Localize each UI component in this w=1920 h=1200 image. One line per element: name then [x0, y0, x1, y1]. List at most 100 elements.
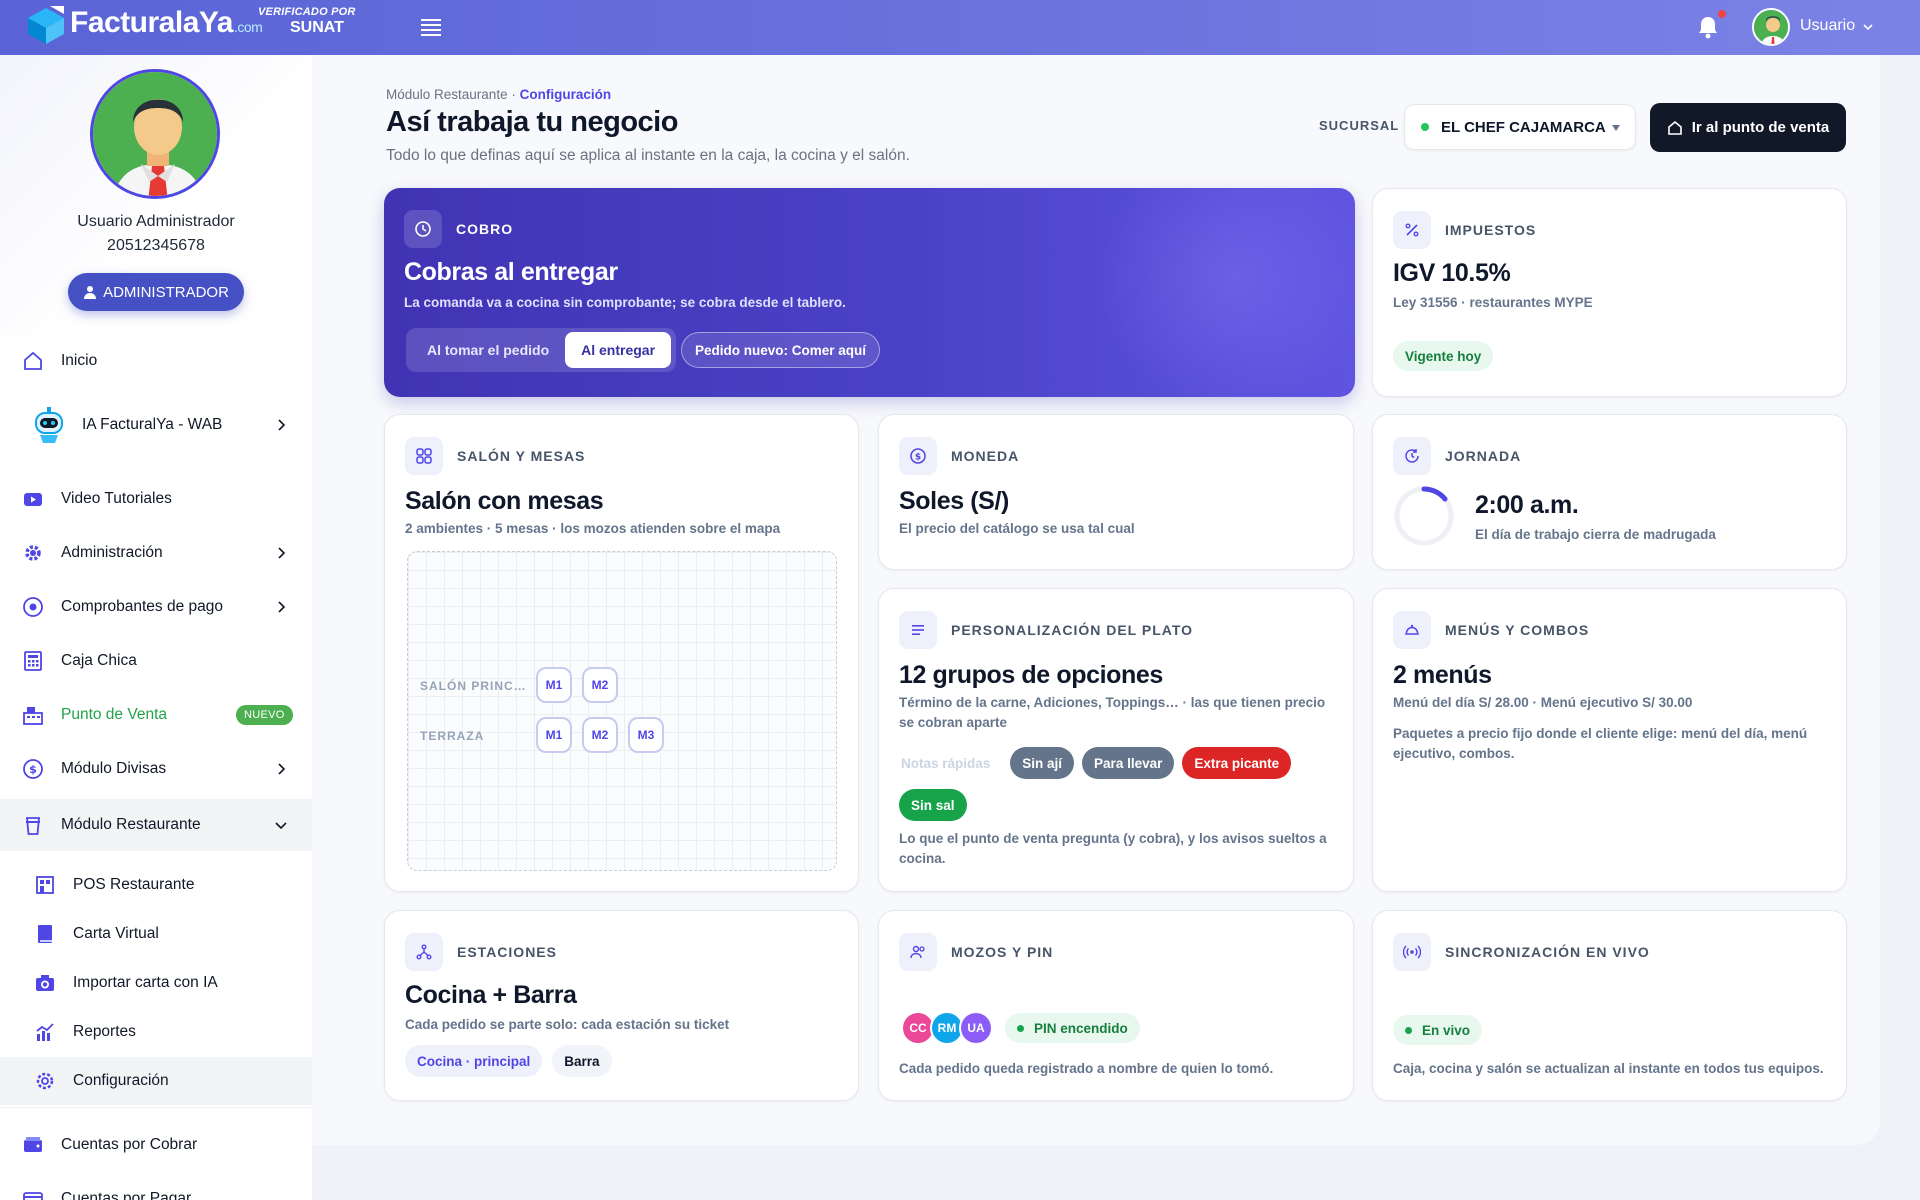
note-chip[interactable]: Sin ají	[1010, 747, 1075, 779]
sidebar-item-comprobantes[interactable]: Comprobantes de pago	[0, 583, 312, 631]
note-chip[interactable]: Sin sal	[899, 789, 967, 821]
card-desc: El precio del catálogo se usa tal cual	[899, 521, 1135, 536]
caret-down-icon	[1612, 125, 1620, 131]
chevron-right-icon	[278, 547, 286, 559]
zone-label: TERRAZA	[420, 729, 485, 743]
sidebar-item-modulo-divisas[interactable]: $ Módulo Divisas	[0, 745, 312, 793]
note-chip[interactable]: Extra picante	[1182, 747, 1292, 779]
day-progress-ring	[1394, 486, 1454, 546]
card-personalizacion[interactable]: PERSONALIZACIÓN DEL PLATO 12 grupos de o…	[878, 588, 1354, 892]
role-button[interactable]: ADMINISTRADOR	[68, 273, 244, 311]
sidebar-item-video-tutoriales[interactable]: Video Tutoriales	[0, 475, 312, 523]
sidebar-item-label: Módulo Divisas	[61, 760, 167, 777]
card-title: Salón con mesas	[405, 487, 604, 515]
sidebar-item-ia[interactable]: IA FacturalYa - WAB	[0, 397, 312, 453]
notification-dot	[1718, 10, 1726, 18]
waiter-avatars: CC RM UA	[901, 1011, 1011, 1047]
branch-status-dot	[1421, 123, 1429, 131]
table-button[interactable]: M2	[582, 667, 618, 703]
station-chip[interactable]: Cocina · principal	[405, 1045, 543, 1077]
list-icon	[912, 625, 924, 635]
eye-icon	[23, 597, 43, 617]
card-label: ESTACIONES	[457, 944, 557, 960]
new-order-mode-pill[interactable]: Pedido nuevo: Comer aquí	[681, 332, 881, 368]
sidebar-subitem-pos-restaurante[interactable]: POS Restaurante	[0, 861, 312, 909]
card-footer: Paquetes a precio fijo donde el cliente …	[1393, 726, 1808, 761]
currency-icon: $	[23, 759, 43, 779]
card-moneda[interactable]: $ MONEDA Soles (S/) El precio del catálo…	[878, 414, 1354, 570]
option-al-tomar-pedido[interactable]: Al tomar el pedido	[411, 332, 565, 368]
sidebar-item-label: Cuentas por Cobrar	[61, 1136, 198, 1153]
logo-text: FacturalaYa	[70, 6, 233, 39]
payment-timing-toggle: Al tomar el pedido Al entregar	[406, 328, 677, 372]
calculator-icon	[24, 651, 42, 671]
sidebar-item-administracion[interactable]: Administración	[0, 529, 312, 577]
gear-icon	[25, 545, 41, 561]
sidebar-subitem-label: Importar carta con IA	[73, 974, 218, 991]
card-mozos-pin[interactable]: MOZOS Y PIN CC RM UA PIN encendido Cada …	[878, 910, 1354, 1101]
sidebar-item-label: Comprobantes de pago	[61, 598, 224, 615]
sidebar-subitem-reportes[interactable]: Reportes	[0, 1008, 312, 1056]
live-status-badge: En vivo	[1393, 1015, 1483, 1045]
card-menus-combos[interactable]: MENÚS Y COMBOS 2 menús Menú del día S/ 2…	[1372, 588, 1847, 892]
sidebar-item-label: Video Tutoriales	[61, 490, 172, 507]
go-to-pos-button[interactable]: Ir al punto de venta	[1650, 103, 1846, 152]
sidebar-item-modulo-restaurante[interactable]: Módulo Restaurante	[0, 799, 312, 851]
chevron-down-icon[interactable]	[1862, 22, 1874, 32]
sunat-verified-badge: VERIFICADO POR SUNAT	[258, 6, 356, 37]
card-footer: Cada pedido queda registrado a nombre de…	[899, 1061, 1274, 1076]
sidebar-subitem-importar-carta[interactable]: Importar carta con IA	[0, 959, 312, 1007]
sidebar-item-punto-de-venta[interactable]: Punto de Venta NUEVO	[0, 691, 312, 739]
breadcrumb-separator: ·	[511, 87, 516, 102]
sidebar-subitem-carta-virtual[interactable]: Carta Virtual	[0, 910, 312, 958]
card-impuestos[interactable]: IMPUESTOS IGV 10.5% Ley 31556 · restaura…	[1372, 188, 1847, 397]
breadcrumb-parent[interactable]: Módulo Restaurante	[386, 87, 508, 102]
user-avatar[interactable]	[1752, 8, 1790, 46]
sidebar-subitem-configuracion[interactable]: Configuración	[0, 1057, 312, 1105]
sidebar-item-cuentas-por-cobrar[interactable]: Cuentas por Cobrar	[0, 1121, 312, 1169]
sidebar-item-caja-chica[interactable]: Caja Chica	[0, 637, 312, 685]
card-icon	[23, 1192, 43, 1200]
floor-plan-map[interactable]: SALÓN PRINCIPAL M1 M2 TERRAZA M1 M2 M3	[407, 551, 837, 871]
card-desc: La comanda va a cocina sin comprobante; …	[404, 295, 846, 310]
logo-mark-icon	[28, 6, 64, 44]
card-footer: Lo que el punto de venta pregunta (y cob…	[899, 831, 1327, 866]
table-button[interactable]: M1	[536, 717, 572, 753]
card-cobro[interactable]: COBRO Cobras al entregar La comanda va a…	[384, 188, 1355, 397]
table-button[interactable]: M3	[628, 717, 664, 753]
sidebar-item-label: Inicio	[61, 352, 98, 369]
sidebar-item-inicio[interactable]: Inicio	[0, 337, 312, 385]
percent-icon	[1405, 223, 1419, 237]
user-menu-label[interactable]: Usuario	[1800, 17, 1855, 35]
card-jornada[interactable]: JORNADA 2:00 a.m. El día de trabajo cier…	[1372, 414, 1847, 570]
note-chip[interactable]: Para llevar	[1082, 747, 1175, 779]
pin-status-badge: PIN encendido	[1005, 1013, 1140, 1043]
sidebar-subitem-label: POS Restaurante	[73, 876, 195, 893]
card-title: IGV 10.5%	[1393, 259, 1511, 287]
branch-select[interactable]: EL CHEF CAJAMARCA	[1404, 104, 1636, 150]
verified-line1: VERIFICADO POR	[258, 6, 356, 18]
option-al-entregar[interactable]: Al entregar	[565, 332, 672, 368]
table-button[interactable]: M1	[536, 667, 572, 703]
user-avatar-icon	[1754, 10, 1788, 44]
card-sincronizacion[interactable]: SINCRONIZACIÓN EN VIVO En vivo Caja, coc…	[1372, 910, 1847, 1101]
notification-bell-icon[interactable]	[1696, 14, 1720, 40]
branch-select-value: EL CHEF CAJAMARCA	[1441, 118, 1606, 136]
table-button[interactable]: M2	[582, 717, 618, 753]
profile-ruc: 20512345678	[107, 237, 205, 254]
profile-name: Usuario Administrador	[77, 213, 235, 230]
hamburger-menu-icon[interactable]	[420, 17, 442, 37]
chevron-right-icon	[278, 763, 286, 775]
card-salon-mesas[interactable]: SALÓN Y MESAS Salón con mesas 2 ambiente…	[384, 414, 859, 892]
card-estaciones[interactable]: ESTACIONES Cocina + Barra Cada pedido se…	[384, 910, 859, 1101]
station-chip[interactable]: Barra	[552, 1045, 612, 1077]
sidebar-item-cuentas-por-pagar[interactable]: Cuentas por Pagar	[0, 1175, 312, 1200]
card-label: JORNADA	[1445, 448, 1522, 464]
chart-icon	[36, 1023, 54, 1041]
card-title: 2 menús	[1393, 661, 1492, 689]
chevron-down-icon	[275, 822, 287, 830]
sidebar-subitem-label: Configuración	[73, 1072, 169, 1089]
wallet-icon	[24, 1137, 42, 1152]
waiter-avatar[interactable]: UA	[959, 1011, 993, 1045]
app-logo[interactable]: FacturalaYa.com	[24, 2, 263, 48]
